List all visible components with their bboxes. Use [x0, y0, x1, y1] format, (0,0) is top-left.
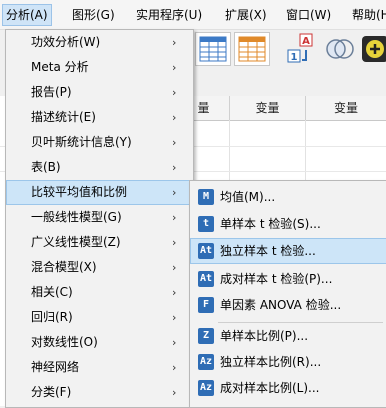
chevron-right-icon: ›	[172, 261, 177, 274]
variable-view-icon[interactable]	[234, 32, 270, 66]
menu-item-label: 功效分析(W)	[31, 35, 101, 49]
chevron-right-icon: ›	[172, 186, 177, 199]
menu-analyze[interactable]: 分析(A)	[2, 4, 52, 26]
menu-item-generalized-linear-model[interactable]: 广义线性模型(Z) ›	[6, 230, 193, 255]
menu-extensions[interactable]: 扩展(X)	[225, 6, 267, 24]
menu-item-regression[interactable]: 回归(R) ›	[6, 305, 193, 330]
menu-item-reports[interactable]: 报告(P) ›	[6, 80, 193, 105]
chevron-right-icon: ›	[172, 161, 177, 174]
submenu-item-independent-samples-proportions[interactable]: Az 独立样本比例(R)...	[190, 349, 386, 375]
menu-item-label: 混合模型(X)	[31, 260, 97, 274]
means-icon: M	[198, 189, 214, 205]
submenu-item-independent-samples-t-test[interactable]: At 独立样本 t 检验...	[190, 238, 386, 264]
submenu-item-label: 均值(M)...	[220, 190, 276, 204]
menu-item-label: 描述统计(E)	[31, 110, 96, 124]
chevron-right-icon: ›	[172, 111, 177, 124]
svg-text:A: A	[302, 36, 310, 47]
menu-item-classify[interactable]: 分类(F) ›	[6, 380, 193, 405]
analyze-menu: 功效分析(W) › Meta 分析 › 报告(P) › 描述统计(E) › 贝叶…	[5, 29, 194, 408]
anova-icon: F	[198, 297, 214, 313]
menu-item-loglinear[interactable]: 对数线性(O) ›	[6, 330, 193, 355]
chevron-right-icon: ›	[172, 136, 177, 149]
menu-item-compare-means[interactable]: 比较平均值和比例 ›	[6, 180, 193, 205]
data-view-icon[interactable]	[195, 32, 231, 66]
chevron-right-icon: ›	[172, 311, 177, 324]
menu-item-label: Meta 分析	[31, 60, 89, 74]
submenu-item-paired-samples-proportions[interactable]: Az 成对样本比例(L)...	[190, 375, 386, 401]
submenu-item-label: 单样本 t 检验(S)...	[220, 217, 321, 231]
chevron-right-icon: ›	[172, 86, 177, 99]
submenu-item-label: 成对样本比例(L)...	[220, 381, 320, 395]
chevron-right-icon: ›	[172, 236, 177, 249]
chevron-right-icon: ›	[172, 61, 177, 74]
proportion-icon: Az	[198, 354, 214, 370]
menu-item-mixed-models[interactable]: 混合模型(X) ›	[6, 255, 193, 280]
menu-item-label: 贝叶斯统计信息(Y)	[31, 135, 132, 149]
menu-help[interactable]: 帮助(H)	[352, 6, 386, 24]
svg-text:1: 1	[291, 52, 298, 63]
t-test-icon: At	[198, 243, 214, 259]
proportion-icon: Z	[198, 328, 214, 344]
submenu-item-label: 单样本比例(P)...	[220, 329, 309, 343]
chevron-right-icon: ›	[172, 36, 177, 49]
menu-item-label: 表(B)	[31, 160, 61, 174]
add-icon[interactable]	[360, 32, 386, 64]
menu-item-descriptive-statistics[interactable]: 描述统计(E) ›	[6, 105, 193, 130]
submenu-item-label: 成对样本 t 检验(P)...	[220, 272, 333, 286]
proportion-icon: Az	[198, 380, 214, 396]
menu-graphs[interactable]: 图形(G)	[72, 6, 115, 24]
submenu-item-one-sample-proportions[interactable]: Z 单样本比例(P)...	[190, 323, 386, 349]
column-header[interactable]: 变量	[306, 96, 386, 121]
compare-means-submenu: M 均值(M)... t 单样本 t 检验(S)... At 独立样本 t 检验…	[189, 180, 386, 408]
t-test-icon: t	[198, 216, 214, 232]
submenu-item-label: 单因素 ANOVA 检验...	[220, 298, 342, 312]
menu-item-label: 报告(P)	[31, 85, 72, 99]
submenu-item-means[interactable]: M 均值(M)...	[190, 184, 386, 210]
submenu-item-label: 独立样本 t 检验...	[220, 244, 316, 258]
submenu-item-label: 独立样本比例(R)...	[220, 355, 322, 369]
menu-item-correlate[interactable]: 相关(C) ›	[6, 280, 193, 305]
menu-item-label: 一般线性模型(G)	[31, 210, 122, 224]
chevron-right-icon: ›	[172, 361, 177, 374]
t-test-icon: At	[198, 271, 214, 287]
menu-item-label: 比较平均值和比例	[31, 185, 128, 199]
menu-item-label: 广义线性模型(Z)	[31, 235, 121, 249]
chevron-right-icon: ›	[172, 336, 177, 349]
column-header[interactable]: 变量	[230, 96, 306, 121]
submenu-item-paired-samples-t-test[interactable]: At 成对样本 t 检验(P)...	[190, 266, 386, 292]
chevron-right-icon: ›	[172, 286, 177, 299]
menu-item-power-analysis[interactable]: 功效分析(W) ›	[6, 30, 193, 55]
venn-icon[interactable]	[323, 32, 357, 64]
menu-item-label: 分类(F)	[31, 385, 72, 399]
menu-item-label: 神经网络	[31, 360, 80, 374]
submenu-item-one-sample-t-test[interactable]: t 单样本 t 检验(S)...	[190, 211, 386, 237]
menu-item-label: 回归(R)	[31, 310, 73, 324]
menu-item-meta-analysis[interactable]: Meta 分析 ›	[6, 55, 193, 80]
chevron-right-icon: ›	[172, 211, 177, 224]
menu-item-label: 相关(C)	[31, 285, 73, 299]
menu-item-label: 对数线性(O)	[31, 335, 98, 349]
menu-bar: 分析(A) 图形(G) 实用程序(U) 扩展(X) 窗口(W) 帮助(H)	[0, 0, 386, 30]
menu-item-neural-networks[interactable]: 神经网络 ›	[6, 355, 193, 380]
sort-cases-icon[interactable]: A 1	[286, 32, 320, 64]
menu-window[interactable]: 窗口(W)	[286, 6, 331, 24]
submenu-item-one-way-anova[interactable]: F 单因素 ANOVA 检验...	[190, 292, 386, 318]
chevron-right-icon: ›	[172, 386, 177, 399]
menu-item-bayesian-statistics[interactable]: 贝叶斯统计信息(Y) ›	[6, 130, 193, 155]
menu-utilities[interactable]: 实用程序(U)	[136, 6, 202, 24]
menu-item-tables[interactable]: 表(B) ›	[6, 155, 193, 180]
menu-item-general-linear-model[interactable]: 一般线性模型(G) ›	[6, 205, 193, 230]
